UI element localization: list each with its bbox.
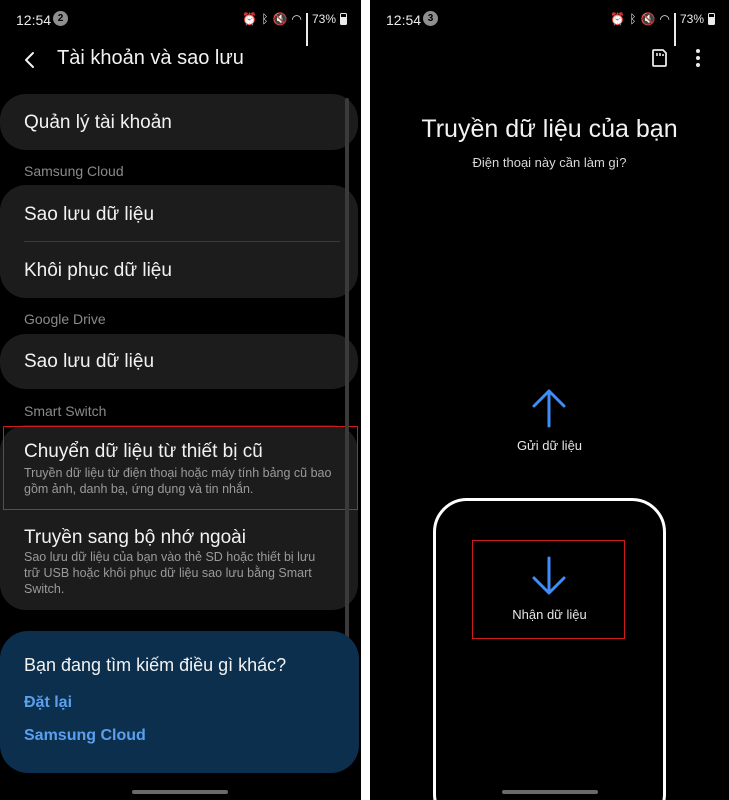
back-button[interactable] (14, 44, 46, 76)
battery-icon (708, 13, 715, 25)
status-icons: ⏰ ᛒ 🔇 ◠ 73% (242, 11, 347, 46)
notification-count-badge: 3 (423, 11, 438, 26)
status-bar: 12:54 3 ⏰ ᛒ 🔇 ◠ 73% (370, 0, 729, 46)
mute-icon: 🔇 (640, 12, 656, 26)
suggestions-title: Bạn đang tìm kiếm điều gì khác? (24, 655, 287, 675)
settings-screen: 12:54 2 ⏰ ᛒ 🔇 ◠ 73% Tài khoản và sao lưu… (0, 0, 361, 800)
alarm-icon: ⏰ (610, 12, 626, 26)
status-icons: ⏰ ᛒ 🔇 ◠ 73% (610, 11, 715, 46)
page-subtitle: Điện thoại này cần làm gì? (472, 155, 627, 170)
navigation-handle[interactable] (132, 790, 228, 794)
navigation-handle[interactable] (502, 790, 598, 794)
signal-icon (673, 13, 676, 46)
battery-percent: 73% (311, 12, 336, 26)
send-data-label: Gửi dữ liệu (516, 438, 583, 453)
status-time: 12:54 (16, 12, 52, 28)
battery-icon (340, 13, 347, 25)
page-title: Tài khoản và sao lưu (57, 47, 244, 69)
status-time: 12:54 (386, 12, 422, 28)
manage-accounts-label: Quản lý tài khoản (24, 112, 172, 133)
wifi-icon: ◠ (659, 12, 670, 26)
section-label-samsung-cloud: Samsung Cloud (24, 163, 124, 179)
alarm-icon: ⏰ (242, 12, 258, 26)
transfer-to-external-storage-title: Truyền sang bộ nhớ ngoài (24, 527, 246, 548)
google-drive-backup-label: Sao lưu dữ liệu (24, 351, 155, 372)
samsung-cloud-backup-item[interactable]: Sao lưu dữ liệu (24, 204, 154, 226)
arrow-up-icon (532, 389, 566, 428)
samsung-cloud-restore-item[interactable]: Khôi phục dữ liệu (24, 260, 172, 282)
page-title: Truyền dữ liệu của bạn (421, 115, 678, 143)
smart-switch-screen: 12:54 3 ⏰ ᛒ 🔇 ◠ 73% Truyền dữ liệu của b… (370, 0, 729, 800)
section-label-smart-switch: Smart Switch (24, 403, 107, 419)
samsung-cloud-link[interactable]: Samsung Cloud (24, 727, 146, 745)
bluetooth-icon: ᛒ (629, 12, 637, 26)
notification-count-badge: 2 (53, 11, 68, 26)
bluetooth-icon: ᛒ (261, 12, 269, 26)
highlight-box (472, 540, 625, 639)
divider (24, 241, 340, 242)
wifi-icon: ◠ (291, 12, 302, 26)
highlight-box (3, 426, 358, 510)
mute-icon: 🔇 (272, 12, 288, 26)
chevron-left-icon (25, 52, 34, 68)
battery-percent: 73% (679, 12, 704, 26)
status-bar: 12:54 2 ⏰ ᛒ 🔇 ◠ 73% (0, 0, 361, 46)
reset-link[interactable]: Đặt lại (24, 694, 72, 712)
sd-card-icon (652, 49, 667, 67)
signal-icon (305, 13, 308, 46)
more-options-button[interactable] (686, 46, 710, 70)
section-label-google-drive: Google Drive (24, 311, 106, 327)
sd-card-button[interactable] (647, 46, 671, 70)
more-vertical-icon (696, 49, 700, 67)
transfer-to-external-storage-desc: Sao lưu dữ liệu của bạn vào thẻ SD hoặc … (24, 550, 316, 596)
